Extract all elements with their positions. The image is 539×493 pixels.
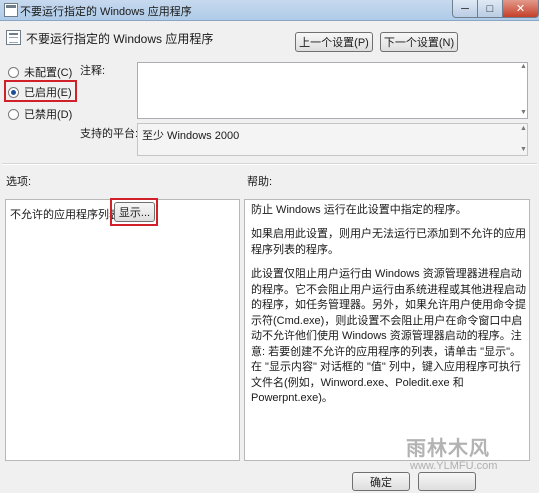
comment-textarea[interactable] — [137, 62, 528, 119]
radio-button-icon[interactable] — [8, 108, 19, 120]
show-highlight-box — [110, 198, 158, 226]
scroll-up-icon[interactable]: ▲ — [520, 125, 527, 132]
enabled-highlight-box — [4, 80, 77, 102]
help-paragraph: 如果启用此设置，则用户无法运行已添加到不允许的应用程序列表的程序。 — [251, 228, 526, 256]
scroll-down-icon[interactable]: ▼ — [520, 146, 527, 153]
supported-platform-label: 支持的平台: — [80, 128, 139, 140]
watermark-logo: 雨林木风 — [406, 438, 490, 460]
ok-button[interactable]: 确定 — [352, 472, 410, 491]
radio-disabled[interactable]: 已禁用(D) — [8, 106, 72, 122]
cancel-button[interactable] — [418, 472, 476, 491]
scroll-down-icon[interactable]: ▼ — [520, 109, 527, 116]
next-setting-button[interactable]: 下一个设置(N) — [380, 32, 458, 52]
radio-label: 未配置(C) — [24, 67, 73, 79]
maximize-button[interactable]: □ — [478, 0, 503, 18]
comment-label: 注释: — [80, 65, 106, 77]
close-button[interactable]: ✕ — [503, 0, 539, 18]
scroll-up-icon[interactable]: ▲ — [520, 63, 527, 70]
help-paragraph: 此设置仅阻止用户运行由 Windows 资源管理器进程启动的程序。它不会阻止用户… — [251, 268, 526, 404]
supported-platform-value: 至少 Windows 2000 — [142, 130, 240, 142]
policy-window-icon — [4, 3, 18, 17]
radio-label: 已禁用(D) — [24, 109, 73, 121]
help-section-label: 帮助: — [247, 176, 273, 188]
radio-button-icon[interactable] — [8, 66, 19, 78]
policy-setting-icon — [6, 30, 21, 45]
section-divider — [2, 163, 537, 165]
options-section-label: 选项: — [6, 176, 32, 188]
help-paragraph: 防止 Windows 运行在此设置中指定的程序。 — [251, 204, 467, 216]
window-title: 不要运行指定的 Windows 应用程序 — [20, 6, 192, 18]
radio-not-configured[interactable]: 未配置(C) — [8, 64, 72, 80]
minimize-button[interactable]: ─ — [452, 0, 478, 18]
previous-setting-button[interactable]: 上一个设置(P) — [295, 32, 373, 52]
options-panel — [5, 199, 240, 461]
disallowed-apps-label: 不允许的应用程序列表 — [10, 209, 120, 221]
watermark-url: www.YLMFU.com — [410, 460, 498, 472]
policy-title: 不要运行指定的 Windows 应用程序 — [26, 32, 214, 46]
